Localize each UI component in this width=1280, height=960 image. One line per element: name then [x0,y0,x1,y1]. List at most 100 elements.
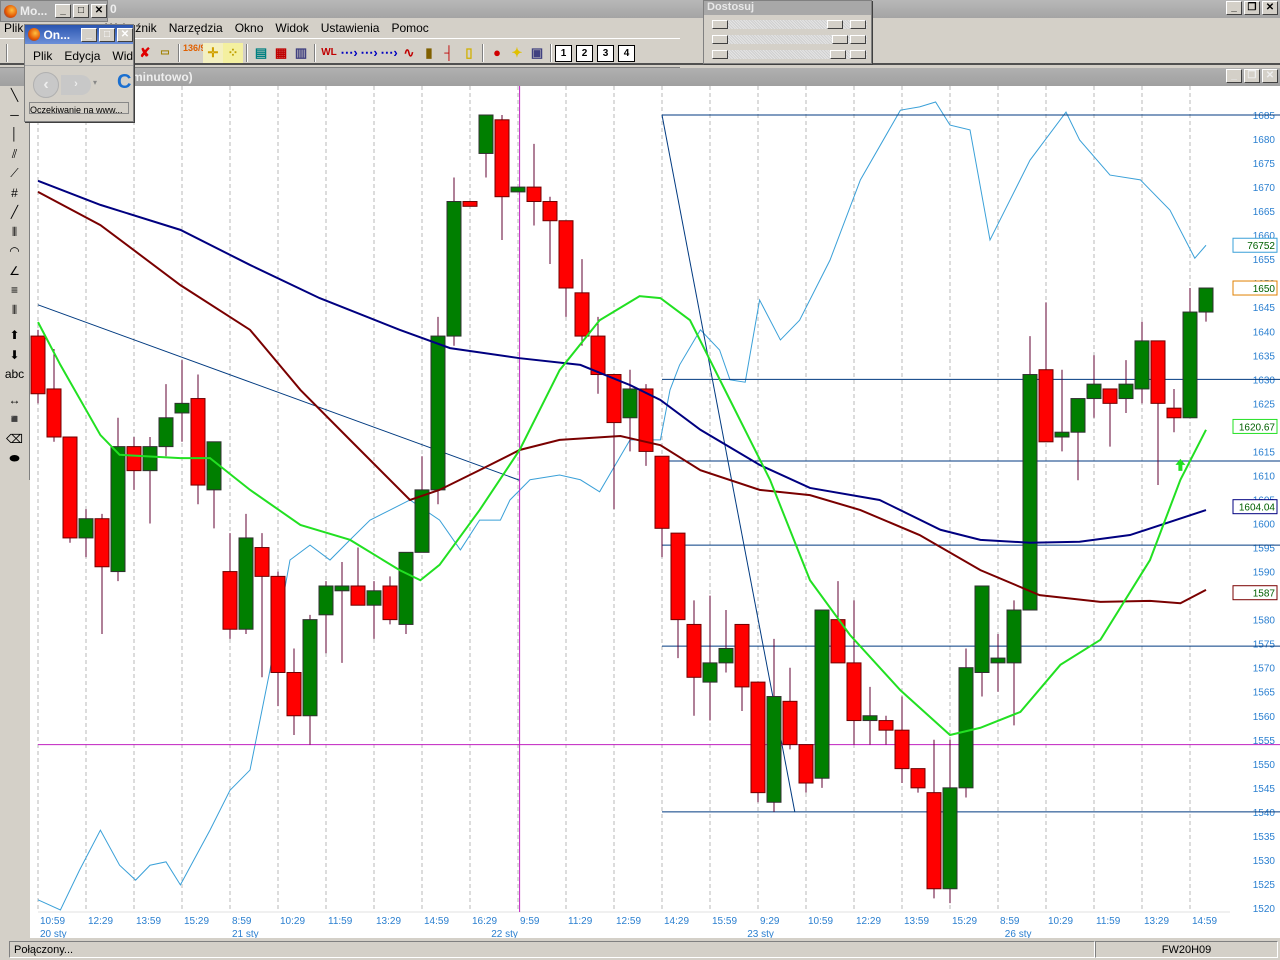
maximize-button[interactable]: □ [99,27,115,42]
back-button[interactable]: ‹ [33,72,59,98]
forward-button[interactable]: › [61,75,91,95]
arrow-up-tool-icon[interactable]: ⬆ [0,326,29,346]
crosshair-icon[interactable]: ✛ [203,43,223,63]
bearish-candle [542,201,558,222]
minimize-button[interactable]: _ [1226,69,1242,83]
vertical-line-tool-icon[interactable]: │ [0,125,29,145]
layout-button-3[interactable]: 3 [597,44,614,62]
candlestick-chart[interactable]: 1685168016751670166516601655165016451640… [30,86,1280,940]
bearish-candle [782,700,798,746]
wl-marker-icon[interactable]: WL [319,43,339,63]
menu-widok[interactable]: Widok [269,21,314,35]
line-chart-icon[interactable]: ∿ [399,43,419,63]
slider-thumb[interactable] [827,20,843,29]
menu-widok[interactable]: Wid [112,49,133,65]
y-tick-label: 1530 [1253,856,1276,867]
close-button[interactable]: ✕ [117,27,133,42]
bulb-add-icon[interactable]: ✦ [507,43,527,63]
y-tick-label: 1580 [1253,616,1276,627]
minimize-button[interactable]: _ [81,27,97,42]
symbol-status: FW20H09 [1095,941,1278,958]
reload-icon[interactable]: C [117,71,131,94]
slider-thumb[interactable] [832,35,848,44]
erase-all-tool-icon[interactable]: ⬬ [0,449,29,469]
menu-narzedzia[interactable]: Narzędzia [163,21,229,35]
arrow-3-icon[interactable]: ⋯› [379,43,399,63]
add-window-icon[interactable]: ▣ [527,43,547,63]
x-tick-label: 14:59 [1192,916,1217,927]
browser-popup-window[interactable]: On... _ □ ✕ Plik Edycja Wid ‹ › ▾ C Ocze… [24,24,134,122]
bearish-candle [382,585,398,621]
bullish-candle [1118,383,1134,400]
fan-tool-icon[interactable]: ⟋ [0,164,29,184]
date-label: 20 sty [40,929,67,938]
firefox-icon [4,4,17,18]
bearish-candle [1038,369,1054,443]
bar-chart-icon[interactable]: ▮ [419,43,439,63]
measure-tool-icon[interactable]: ↔ [0,391,29,411]
minimize-button[interactable]: _ [55,4,71,18]
x-tick-label: 13:29 [376,916,401,927]
menu-plik[interactable]: Plik [33,49,52,65]
y-tick-label: 1655 [1253,255,1276,266]
bullish-candle [302,619,318,717]
text-tool[interactable]: abc [0,365,29,385]
adjust-panel-title: Dostosuj [704,1,871,15]
bearish-candle [494,119,510,198]
arrow-2-icon[interactable]: ⋯› [359,43,379,63]
values-icon[interactable]: 136/90 [183,43,211,63]
y-tick-label: 1525 [1253,880,1276,891]
adjust-slider-2[interactable] [712,35,867,44]
arcs-tool-icon[interactable]: ◠ [0,242,29,262]
arrow-1-icon[interactable]: ⋯› [339,43,359,63]
x-tick-label: 13:59 [136,916,161,927]
eraser-tool-icon[interactable]: ⌫ [0,430,29,450]
x-tick-label: 9:59 [520,916,540,927]
restore-button[interactable]: ❐ [1244,1,1260,15]
ruler-icon[interactable]: ▭ [155,43,175,63]
close-button[interactable]: ✕ [1262,69,1278,83]
layout-grid-icon[interactable]: ▦ [271,43,291,63]
arrow-down-tool-icon[interactable]: ⬇ [0,346,29,366]
layout-button-1[interactable]: 1 [555,44,572,62]
layout-button-4[interactable]: 4 [618,44,635,62]
point-tool-icon[interactable]: ◾ [0,410,29,430]
table-icon[interactable]: ▤ [251,43,271,63]
menu-okno[interactable]: Okno [229,21,270,35]
time-zones-tool-icon[interactable]: ⦀ [0,301,29,321]
menu-pomoc[interactable]: Pomoc [385,21,434,35]
minimize-button[interactable]: _ [1226,1,1242,15]
x-tick-label: 14:59 [424,916,449,927]
x-tick-label: 15:29 [952,916,977,927]
chart-area[interactable]: 1685168016751670166516601655165016451640… [30,86,1280,940]
browser-title: Mo... [20,4,48,18]
ohlc-bar-icon[interactable]: ┤ [439,43,459,63]
parallel-lines-tool-icon[interactable]: ⫽ [0,145,29,165]
trendline-tool-icon[interactable]: ╱ [0,203,29,223]
close-chart-icon[interactable]: ✘ [135,43,155,63]
menu-ustawienia[interactable]: Ustawienia [315,21,386,35]
restore-button[interactable]: ❐ [1244,69,1260,83]
bullish-candle [446,201,462,337]
dotted-crosshair-icon[interactable]: ⁘ [223,43,243,63]
slider-thumb[interactable] [830,50,846,59]
vertical-lines-tool-icon[interactable]: ⦀ [0,223,29,243]
fibonacci-levels-tool-icon[interactable]: ≡ [0,281,29,301]
menu-edycja[interactable]: Edycja [64,49,100,65]
angle-fan-tool-icon[interactable]: ∠ [0,262,29,282]
maximize-button[interactable]: □ [73,4,89,18]
history-dropdown-icon[interactable]: ▾ [93,78,97,87]
adjust-slider-3[interactable] [712,50,867,59]
bearish-candle [190,398,206,486]
close-button[interactable]: ✕ [91,4,107,18]
x-tick-label: 10:29 [280,916,305,927]
candlestick-icon[interactable]: ▯ [459,43,479,63]
bullish-candle [318,585,334,616]
layout-button-2[interactable]: 2 [576,44,593,62]
pitchfork-tool-icon[interactable]: # [0,184,29,204]
traffic-light-icon[interactable]: ● [487,43,507,63]
list-icon[interactable]: ▥ [291,43,311,63]
close-button[interactable]: ✕ [1262,1,1278,15]
bearish-candle [286,671,302,717]
adjust-slider-1[interactable] [712,20,867,29]
